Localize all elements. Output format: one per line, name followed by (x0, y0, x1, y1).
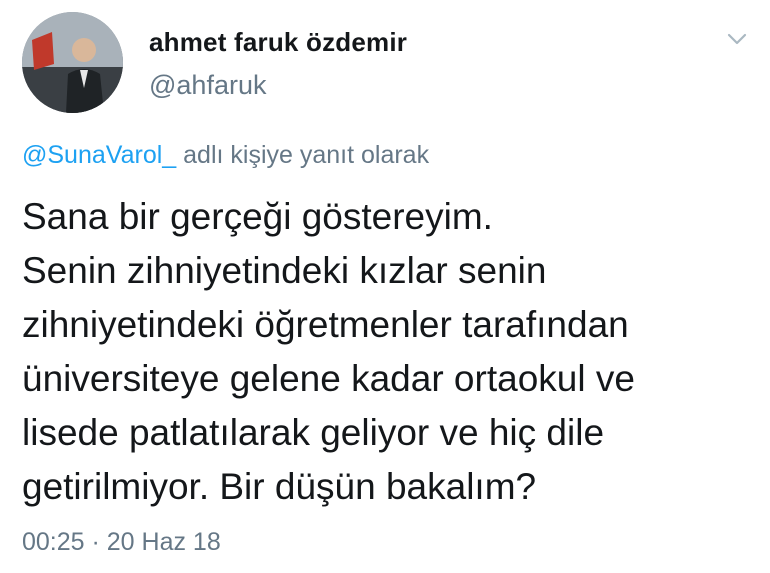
tweet-text-line: Sana bir gerçeği göstereyim. (22, 196, 493, 237)
avatar[interactable] (22, 12, 123, 113)
tweet-text-line: Senin zihniyetindeki kızlar senin (22, 250, 547, 291)
reply-context: @SunaVarol_ adlı kişiye yanıt olarak (22, 141, 429, 170)
tweet-text-line: getirilmiyor. Bir düşün bakalım? (22, 466, 537, 507)
tweet-text-line: üniversiteye gelene kadar ortaokul ve (22, 358, 635, 399)
tweet-text-line: lisede patlatılarak geliyor ve hiç dile (22, 412, 605, 453)
tweet-text: Sana bir gerçeği göstereyim. Senin zihni… (22, 190, 752, 514)
author-display-name[interactable]: ahmet faruk özdemir (149, 27, 407, 58)
tweet-menu-button[interactable] (722, 26, 752, 52)
tweet-text-line: zihniyetindeki öğretmenler tarafından (22, 304, 629, 345)
reply-mention-link[interactable]: @SunaVarol_ (22, 141, 176, 169)
avatar-image (22, 12, 123, 113)
tweet-timestamp[interactable]: 00:25 · 20 Haz 18 (22, 528, 221, 557)
reply-context-text: adlı kişiye yanıt olarak (176, 141, 430, 169)
author-handle[interactable]: @ahfaruk (149, 70, 266, 101)
chevron-down-icon (727, 33, 747, 45)
